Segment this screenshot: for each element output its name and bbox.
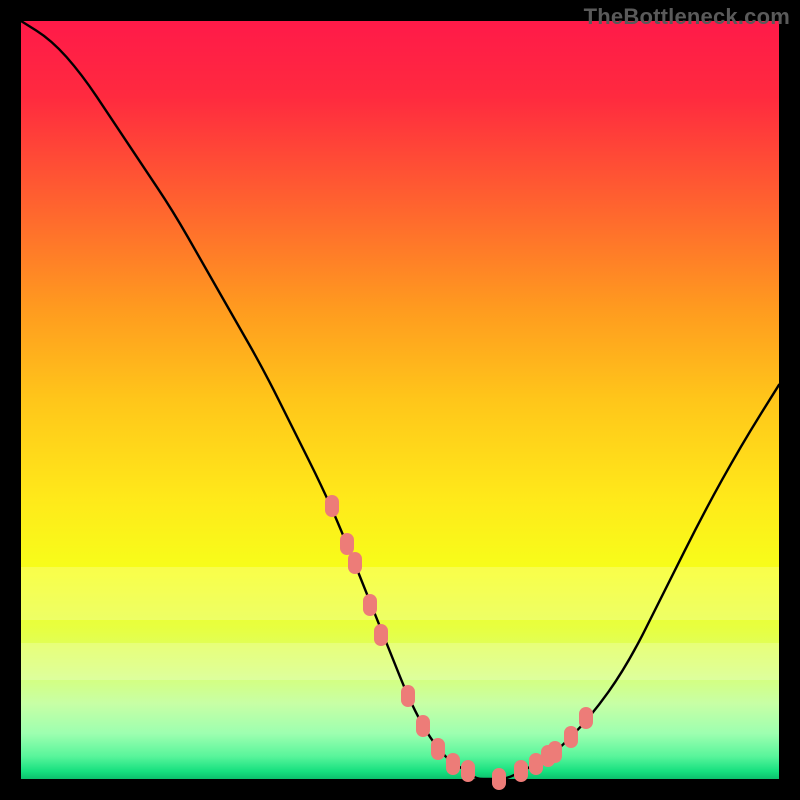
highlight-marker <box>564 726 578 748</box>
chart-frame: TheBottleneck.com <box>0 0 800 800</box>
highlight-marker <box>416 715 430 737</box>
curve-svg <box>21 21 779 779</box>
highlight-marker <box>514 760 528 782</box>
highlight-marker <box>492 768 506 790</box>
highlight-marker <box>431 738 445 760</box>
highlight-marker <box>348 552 362 574</box>
highlight-marker <box>363 594 377 616</box>
highlight-marker <box>401 685 415 707</box>
highlight-marker <box>374 624 388 646</box>
highlight-marker <box>461 760 475 782</box>
highlight-marker <box>579 707 593 729</box>
bottleneck-curve <box>21 21 779 779</box>
highlight-marker <box>548 741 562 763</box>
watermark-text: TheBottleneck.com <box>584 4 790 30</box>
highlight-marker <box>446 753 460 775</box>
plot-area <box>21 21 779 779</box>
highlight-marker <box>325 495 339 517</box>
